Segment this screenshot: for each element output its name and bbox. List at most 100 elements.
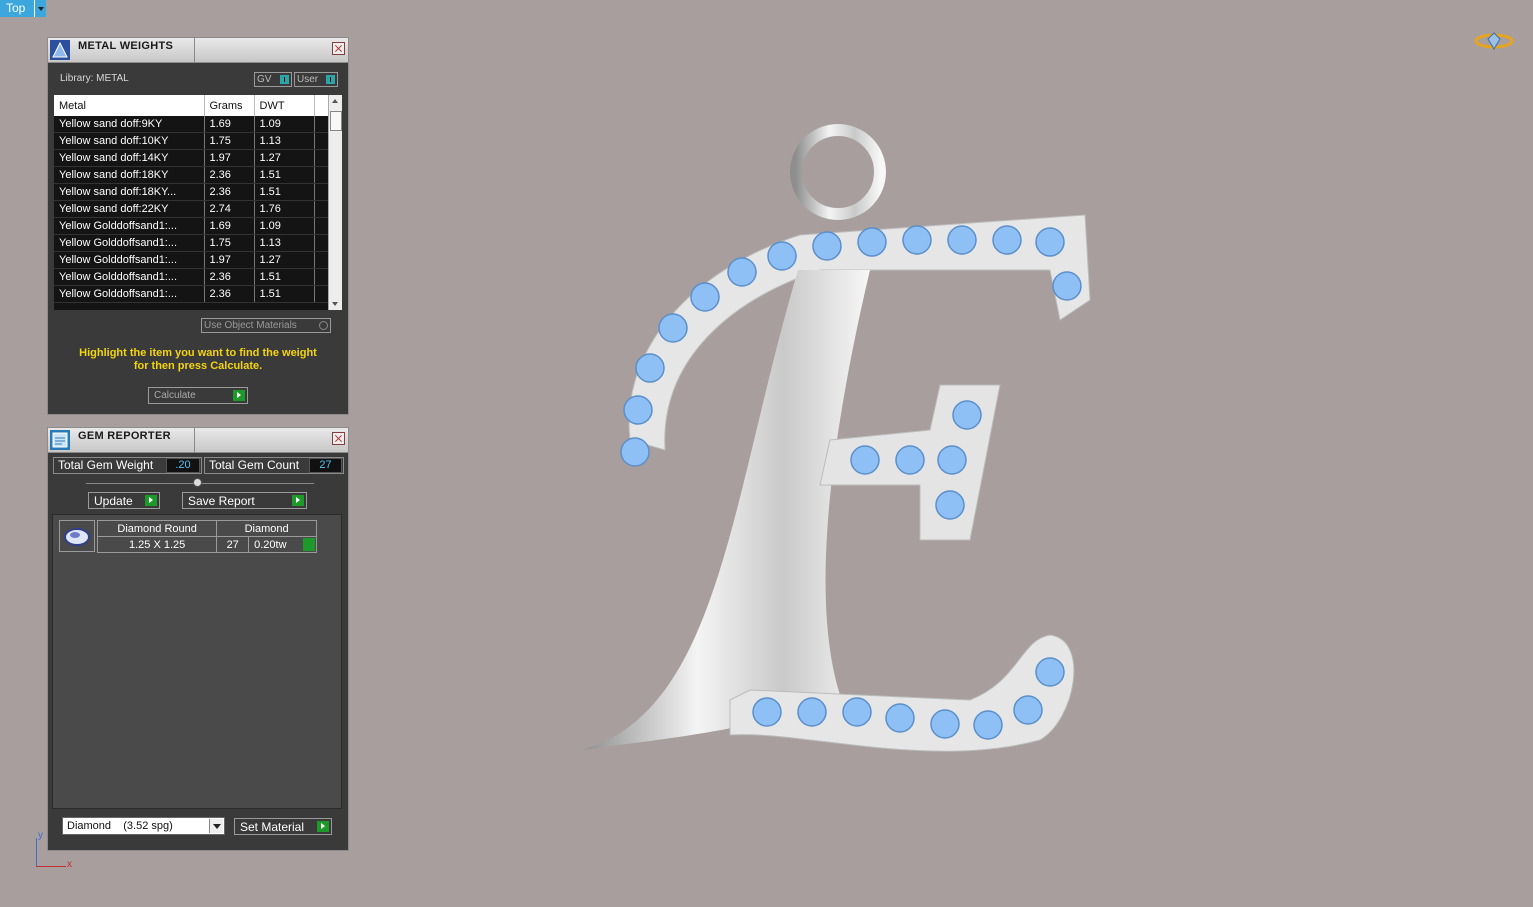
- metal-cell: Yellow sand doff:10KY: [54, 132, 205, 150]
- row-spacer: [314, 234, 329, 252]
- use-object-materials-toggle[interactable]: Use Object Materials: [201, 318, 331, 333]
- metal-weights-logo-icon: [50, 40, 70, 60]
- table-row[interactable]: Yellow sand doff:18KY 2.36 1.51: [54, 166, 329, 184]
- row-spacer: [314, 132, 329, 150]
- gem-row[interactable]: Diamond Round Diamond 1.25 X 1.25 27 0.2…: [96, 520, 317, 553]
- row-spacer: [314, 217, 329, 235]
- metal-cell: Yellow sand doff:14KY: [54, 149, 205, 167]
- letter-top-stroke: [628, 214, 1091, 451]
- bail-ring: [790, 124, 886, 220]
- go-icon: [317, 821, 329, 832]
- gem-size: 1.25 X 1.25: [96, 536, 218, 553]
- gem-material: Diamond: [216, 520, 317, 537]
- table-row[interactable]: Yellow sand doff:22KY 2.74 1.76: [54, 200, 329, 218]
- user-toggle[interactable]: User: [294, 72, 338, 87]
- dwt-cell: 1.13: [254, 234, 315, 252]
- gem-slider[interactable]: [86, 478, 314, 487]
- gem-count: 27: [216, 536, 250, 553]
- set-material-label: Set Material: [240, 820, 305, 834]
- save-report-label: Save Report: [188, 494, 255, 508]
- set-material-button[interactable]: Set Material: [234, 818, 332, 835]
- dwt-cell: 1.51: [254, 268, 315, 286]
- table-row[interactable]: Yellow sand doff:10KY 1.75 1.13: [54, 132, 329, 150]
- table-row[interactable]: Yellow Golddoffsand1:... 2.36 1.51: [54, 268, 329, 286]
- gem-reporter-titlebar[interactable]: GEM REPORTER: [48, 428, 348, 453]
- gem-list: Diamond Round Diamond 1.25 X 1.25 27 0.2…: [52, 514, 342, 809]
- grams-cell: 1.75: [204, 132, 255, 150]
- dwt-cell: 1.51: [254, 183, 315, 201]
- table-row[interactable]: Yellow Golddoffsand1:... 1.97 1.27: [54, 251, 329, 269]
- hint-line2: for then press Calculate.: [133, 360, 263, 372]
- row-spacer: [314, 285, 329, 303]
- axis-x-label: x: [67, 859, 72, 870]
- gem-thumbnail[interactable]: [59, 520, 95, 552]
- metal-cell: Yellow Golddoffsand1:...: [54, 234, 205, 252]
- grams-cell: 2.36: [204, 166, 255, 184]
- col-metal[interactable]: Metal: [54, 95, 205, 116]
- table-row[interactable]: Yellow sand doff:9KY 1.69 1.09: [54, 116, 329, 133]
- gem-weight-cell: 0.20tw: [248, 536, 317, 553]
- total-gem-weight-value: .20: [166, 458, 200, 473]
- gem-thumbnail-icon: [64, 528, 90, 546]
- gv-toggle-label: GV: [257, 74, 272, 85]
- metal-cell: Yellow Golddoffsand1:...: [54, 268, 205, 286]
- row-spacer: [314, 149, 329, 167]
- metal-cell: Yellow sand doff:9KY: [54, 116, 205, 133]
- grams-cell: 1.69: [204, 217, 255, 235]
- grams-cell: 1.97: [204, 149, 255, 167]
- user-toggle-label: User: [297, 74, 319, 85]
- update-label: Update: [94, 494, 133, 508]
- axis-y-label: y: [38, 830, 43, 841]
- grams-cell: 2.36: [204, 183, 255, 201]
- metal-cell: Yellow Golddoffsand1:...: [54, 251, 205, 269]
- dwt-cell: 1.27: [254, 149, 315, 167]
- scroll-thumb[interactable]: [330, 111, 342, 131]
- library-label: Library: METAL: [60, 73, 129, 84]
- close-icon[interactable]: [332, 432, 345, 445]
- gem-reporter-title: GEM REPORTER: [78, 430, 171, 442]
- save-report-button[interactable]: Save Report: [182, 492, 307, 509]
- pendant-render[interactable]: [570, 120, 1110, 770]
- chevron-down-icon[interactable]: [209, 819, 223, 833]
- metal-weights-titlebar[interactable]: METAL WEIGHTS: [48, 38, 348, 63]
- metal-cell: Yellow Golddoffsand1:...: [54, 217, 205, 235]
- table-row[interactable]: Yellow Golddoffsand1:... 2.36 1.51: [54, 285, 329, 303]
- table-row[interactable]: Yellow sand doff:18KY... 2.36 1.51: [54, 183, 329, 201]
- row-spacer: [314, 116, 329, 133]
- gv-toggle[interactable]: GV: [254, 72, 292, 87]
- viewport-dropdown-icon[interactable]: [34, 0, 47, 17]
- col-grams[interactable]: Grams: [204, 95, 255, 116]
- grams-cell: 1.69: [204, 116, 255, 133]
- slider-handle[interactable]: [193, 478, 202, 487]
- grams-cell: 2.36: [204, 268, 255, 286]
- dwt-cell: 1.51: [254, 166, 315, 184]
- col-dwt[interactable]: DWT: [254, 95, 315, 116]
- dwt-cell: 1.76: [254, 200, 315, 218]
- diamond-view-icon[interactable]: [1474, 30, 1514, 52]
- scroll-down-icon[interactable]: [332, 302, 338, 306]
- row-spacer: [314, 183, 329, 201]
- update-button[interactable]: Update: [88, 492, 160, 509]
- dwt-cell: 1.51: [254, 285, 315, 303]
- close-icon[interactable]: [332, 42, 345, 55]
- viewport-label[interactable]: Top: [0, 0, 46, 17]
- letter-stem: [582, 270, 870, 750]
- metal-table-scrollbar[interactable]: [328, 95, 342, 310]
- metal-hint: Highlight the item you want to find the …: [56, 347, 340, 373]
- table-row[interactable]: Yellow sand doff:14KY 1.97 1.27: [54, 149, 329, 167]
- metal-weights-panel: METAL WEIGHTS Library: METAL GV User Met…: [47, 37, 349, 415]
- table-row[interactable]: Yellow Golddoffsand1:... 1.69 1.09: [54, 217, 329, 235]
- go-icon: [145, 495, 157, 506]
- dwt-cell: 1.27: [254, 251, 315, 269]
- gem-shape: Diamond Round: [96, 520, 218, 537]
- gem-weight: 0.20tw: [254, 538, 287, 551]
- metal-cell: Yellow sand doff:22KY: [54, 200, 205, 218]
- table-row[interactable]: Yellow Golddoffsand1:... 1.75 1.13: [54, 234, 329, 252]
- scroll-up-icon[interactable]: [332, 99, 338, 103]
- hint-line1: Highlight the item you want to find the …: [79, 347, 317, 359]
- gem-detail-go-icon[interactable]: [303, 538, 315, 551]
- material-select[interactable]: Diamond (3.52 spg): [62, 817, 225, 835]
- grams-cell: 1.75: [204, 234, 255, 252]
- material-select-value: Diamond (3.52 spg): [67, 820, 173, 832]
- calculate-button[interactable]: Calculate: [148, 387, 248, 404]
